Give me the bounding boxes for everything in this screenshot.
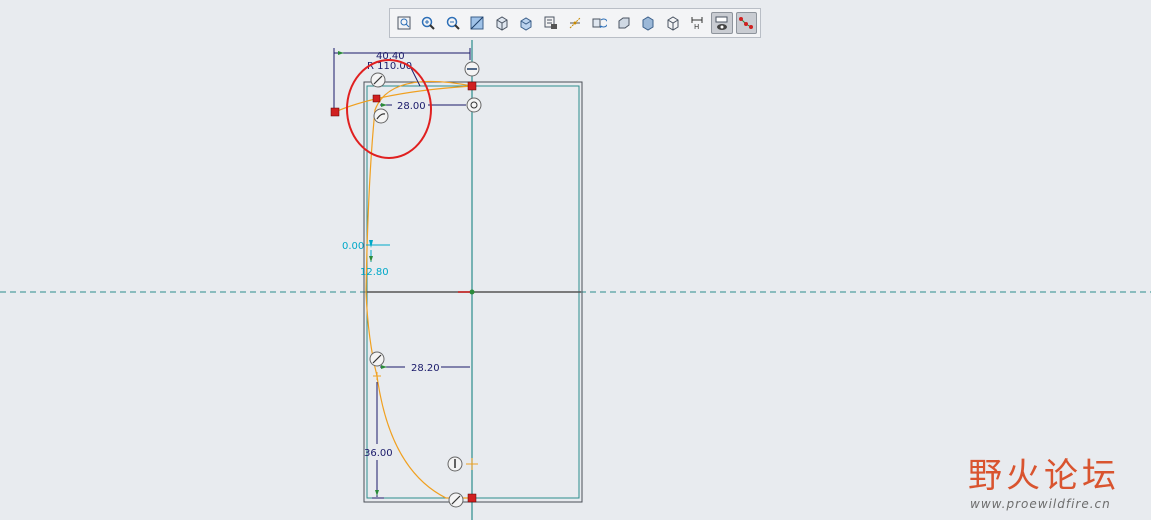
sketch-canvas[interactable]: 40.40 R 110.00 28.00 0.00 12.80 28.20 36… [0,0,1151,520]
constraint-tangent-icon-mid[interactable] [373,108,389,124]
dimension-top-horizontal-label: 28.00 [397,101,426,112]
constraint-vertical-icon[interactable] [447,456,463,472]
constraint-point-on-entity-icon[interactable] [466,97,482,113]
dimension-left-zero-label: 0.00 [342,241,364,252]
origin-point [469,289,475,295]
dimension-left-vertical-label: 12.80 [360,267,389,278]
vertex-spline-mid[interactable] [372,94,381,103]
constraint-tangent-icon-top[interactable] [370,72,386,88]
constraint-tangent-icon-bottom[interactable] [448,492,464,508]
dimension-top-horizontal[interactable]: 28.00 [380,101,466,112]
watermark-text: 野火论坛 [968,456,1120,496]
watermark-logo: 野火论坛 www.proewildfire.cn [962,448,1142,514]
dimension-left-zero[interactable]: 0.00 [342,240,390,252]
vertex-bottom-right[interactable] [467,493,477,503]
dimension-bottom-horizontal-label: 28.20 [411,363,440,374]
constraint-horizontal-icon[interactable] [464,61,480,77]
vertex-spline-end[interactable] [330,107,340,117]
watermark-url: www.proewildfire.cn [970,497,1111,511]
constraint-tangent-icon-lower[interactable] [369,351,385,367]
tangent-point-marker [373,372,381,380]
crosshair-marker [466,458,478,470]
vertex-top-right[interactable] [467,81,477,91]
dimension-bottom-horizontal[interactable]: 28.20 [380,363,470,374]
dimension-bottom-vertical[interactable]: 36.00 [364,382,393,499]
dimension-bottom-vertical-label: 36.00 [364,448,393,459]
